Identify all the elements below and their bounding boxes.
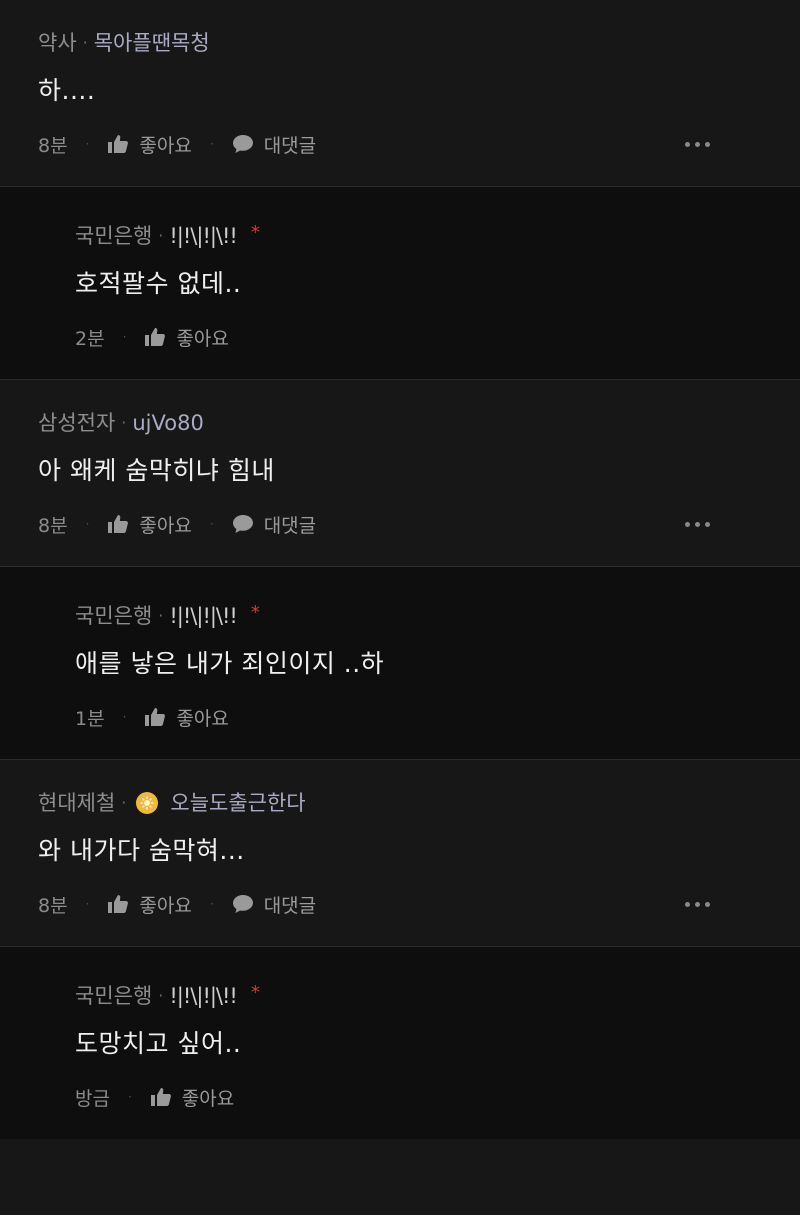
comment-meta: 1분 · 좋아요 bbox=[75, 705, 760, 759]
separator-dot: · bbox=[158, 606, 164, 625]
timestamp: 2분 bbox=[75, 327, 105, 350]
nickname[interactable]: 오늘도출근한다 bbox=[170, 792, 305, 814]
company-badge-icon bbox=[136, 792, 159, 814]
reply-label: 대댓글 bbox=[263, 134, 317, 157]
thumbs-up-icon bbox=[107, 894, 129, 914]
timestamp: 1분 bbox=[75, 707, 105, 730]
like-label: 좋아요 bbox=[176, 327, 229, 350]
nickname[interactable]: !|!\|!|\!! bbox=[169, 605, 237, 627]
comment-body: 애를 낳은 내가 죄인이지 ..하 bbox=[75, 649, 385, 678]
separator-dot: · bbox=[158, 986, 164, 1005]
timestamp: 8분 bbox=[38, 514, 68, 537]
comment-author-row: 약사 · 목아플땐목청 bbox=[38, 0, 760, 54]
timestamp: 8분 bbox=[38, 894, 68, 917]
separator-dot: · bbox=[122, 710, 127, 724]
comment-body: 와 내가다 숨막혀... bbox=[38, 836, 245, 865]
comment-author-row: 국민은행 · !|!\|!|\!! * bbox=[75, 947, 760, 1007]
separator-dot: · bbox=[209, 897, 214, 911]
comment-body: 아 왜케 숨막히냐 힘내 bbox=[38, 456, 275, 485]
reply-button[interactable]: 대댓글 bbox=[232, 131, 316, 158]
thumbs-up-icon bbox=[144, 707, 166, 727]
reply-comment: 국민은행 · !|!\|!|\!! * 도망치고 싶어.. 방금 · 좋아요 bbox=[0, 947, 800, 1139]
separator-dot: · bbox=[82, 33, 88, 52]
separator-dot: · bbox=[158, 226, 164, 245]
comment-meta: 2분 · 좋아요 bbox=[75, 325, 760, 379]
nickname[interactable]: ujVo80 bbox=[132, 412, 203, 434]
comment-body: 도망치고 싶어.. bbox=[75, 1029, 242, 1058]
reply-button[interactable]: 대댓글 bbox=[232, 511, 316, 538]
comment-author-row: 국민은행 · !|!\|!|\!! * bbox=[75, 187, 760, 247]
comment-meta: 방금 · 좋아요 bbox=[75, 1085, 760, 1139]
separator-dot: · bbox=[85, 897, 90, 911]
thumbs-up-icon bbox=[150, 1087, 172, 1107]
comment-body: 호적팔수 없데.. bbox=[75, 269, 242, 298]
like-button[interactable]: 좋아요 bbox=[107, 131, 192, 158]
reply-label: 대댓글 bbox=[263, 514, 317, 537]
reply-comment: 국민은행 · !|!\|!|\!! * 호적팔수 없데.. 2분 · 좋아요 bbox=[0, 187, 800, 380]
separator-dot: · bbox=[85, 517, 90, 531]
speech-bubble-icon bbox=[232, 894, 254, 914]
like-button[interactable]: 좋아요 bbox=[107, 511, 192, 538]
comment-author-row: 국민은행 · !|!\|!|\!! * bbox=[75, 567, 760, 627]
like-label: 좋아요 bbox=[176, 707, 229, 730]
writer-mark: * bbox=[250, 602, 260, 623]
separator-dot: · bbox=[85, 137, 90, 151]
thumbs-up-icon bbox=[144, 327, 166, 347]
like-label: 좋아요 bbox=[181, 1087, 235, 1110]
separator-dot: · bbox=[121, 413, 127, 432]
company-name[interactable]: 국민은행 bbox=[75, 225, 152, 247]
comment-meta: 8분 · 좋아요 · 대댓글 bbox=[38, 892, 760, 946]
reply-button[interactable]: 대댓글 bbox=[232, 891, 316, 918]
speech-bubble-icon bbox=[232, 514, 254, 534]
like-button[interactable]: 좋아요 bbox=[144, 324, 229, 351]
company-name[interactable]: 현대제철 bbox=[38, 792, 115, 814]
timestamp: 방금 bbox=[75, 1087, 110, 1110]
thumbs-up-icon bbox=[107, 134, 129, 154]
separator-dot: · bbox=[209, 137, 214, 151]
more-dots-icon[interactable] bbox=[685, 901, 710, 907]
like-label: 좋아요 bbox=[139, 514, 192, 537]
company-name[interactable]: 삼성전자 bbox=[38, 412, 115, 434]
like-label: 좋아요 bbox=[139, 894, 192, 917]
comment-body: 하.... bbox=[38, 76, 96, 105]
separator-dot: · bbox=[121, 793, 127, 812]
separator-dot: · bbox=[209, 517, 214, 531]
thumbs-up-icon bbox=[107, 514, 129, 534]
writer-mark: * bbox=[250, 982, 260, 1003]
nickname[interactable]: !|!\|!|\!! bbox=[169, 225, 237, 247]
comment-feed: 약사 · 목아플땐목청 하.... 8분 · 좋아요 · 대댓글 국민은행 · … bbox=[0, 0, 800, 1215]
separator-dot: · bbox=[122, 330, 127, 344]
nickname[interactable]: 목아플땐목청 bbox=[94, 32, 210, 54]
comment-author-row: 현대제철 · 오늘도출근한다 bbox=[38, 760, 760, 814]
more-dots-icon[interactable] bbox=[685, 141, 710, 147]
timestamp: 8분 bbox=[38, 134, 68, 157]
comment-meta: 8분 · 좋아요 · 대댓글 bbox=[38, 512, 760, 566]
like-button[interactable]: 좋아요 bbox=[144, 704, 229, 731]
like-label: 좋아요 bbox=[139, 134, 192, 157]
company-name[interactable]: 국민은행 bbox=[75, 605, 152, 627]
comment: 약사 · 목아플땐목청 하.... 8분 · 좋아요 · 대댓글 bbox=[0, 0, 800, 187]
like-button[interactable]: 좋아요 bbox=[150, 1084, 234, 1111]
like-button[interactable]: 좋아요 bbox=[107, 891, 192, 918]
company-name[interactable]: 약사 bbox=[38, 32, 77, 54]
comment: 삼성전자 · ujVo80 아 왜케 숨막히냐 힘내 8분 · 좋아요 · 대댓… bbox=[0, 380, 800, 567]
reply-label: 대댓글 bbox=[263, 894, 317, 917]
reply-comment: 국민은행 · !|!\|!|\!! * 애를 낳은 내가 죄인이지 ..하 1분… bbox=[0, 567, 800, 760]
comment-author-row: 삼성전자 · ujVo80 bbox=[38, 380, 760, 434]
writer-mark: * bbox=[250, 222, 260, 243]
company-name[interactable]: 국민은행 bbox=[75, 985, 152, 1007]
separator-dot: · bbox=[127, 1090, 132, 1104]
more-dots-icon[interactable] bbox=[685, 521, 710, 527]
speech-bubble-icon bbox=[232, 134, 254, 154]
comment: 현대제철 · 오늘도출근한다 와 내가다 숨막혀... 8분 · 좋아요 · 대… bbox=[0, 760, 800, 947]
nickname[interactable]: !|!\|!|\!! bbox=[169, 985, 237, 1007]
comment-meta: 8분 · 좋아요 · 대댓글 bbox=[38, 132, 760, 186]
